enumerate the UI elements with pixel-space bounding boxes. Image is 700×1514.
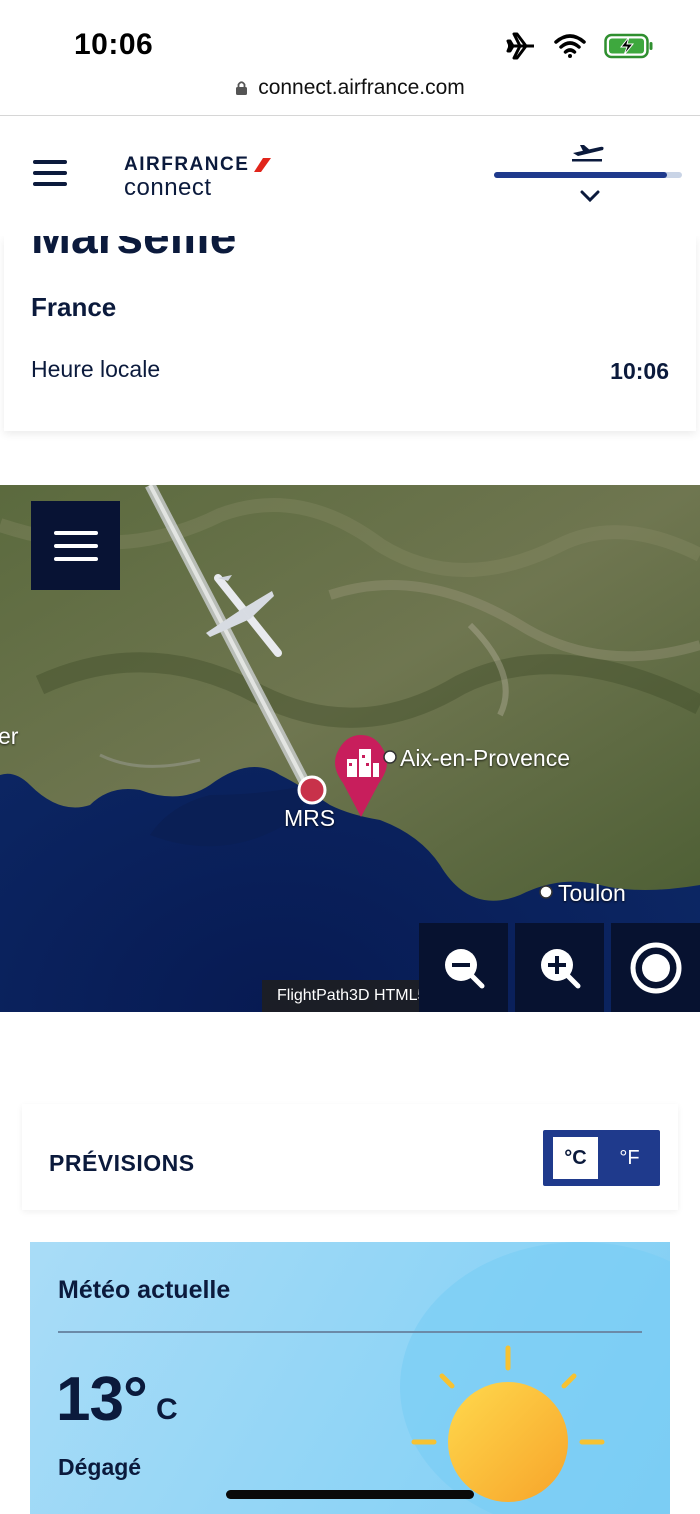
current-weather-title: Météo actuelle (58, 1276, 231, 1304)
airplane-mode-icon (506, 32, 534, 60)
destination-card: Marseille France Heure locale 10:06 (4, 236, 696, 431)
lock-icon (236, 81, 248, 95)
fahrenheit-option[interactable]: °F (607, 1137, 652, 1179)
map-label-toulon: Toulon (558, 880, 626, 906)
takeoff-icon (572, 145, 604, 162)
forecast-title: PRÉVISIONS (49, 1150, 195, 1176)
forecast-header: PRÉVISIONS °C °F (22, 1104, 678, 1210)
flight-progress-widget[interactable] (494, 140, 682, 220)
map-label-airport: MRS (284, 805, 336, 831)
app-header: AIRFRANCE connect (0, 116, 700, 236)
status-bar: 10:06 (0, 0, 700, 70)
flight-map[interactable]: er MRS Aix-en-Provence Toulon FlightPath… (0, 485, 700, 1012)
destination-city: Marseille (31, 236, 237, 264)
chevron-down-icon[interactable] (580, 190, 600, 204)
airfrance-connect-logo[interactable]: AIRFRANCE connect (124, 154, 273, 202)
map-credit: FlightPath3D HTML5 (262, 980, 420, 1012)
map-label-partial: er (0, 723, 19, 749)
aircraft-icon (206, 574, 282, 657)
sunny-icon (411, 1345, 605, 1502)
destination-country: France (31, 292, 117, 322)
temperature-unit: C (156, 1393, 178, 1426)
temperature-unit-toggle[interactable]: °C °F (543, 1130, 660, 1186)
city-pin-icon[interactable] (331, 733, 391, 819)
current-temperature: 13° (56, 1365, 148, 1434)
home-indicator[interactable] (226, 1490, 474, 1499)
city-dot-icon (383, 750, 397, 764)
airfrance-stripe-icon (254, 158, 272, 172)
city-dot-icon (539, 885, 553, 899)
zoom-out-icon (444, 948, 484, 988)
brand-name: AIRFRANCE (124, 154, 250, 175)
browser-url-bar[interactable]: connect.airfrance.com (0, 70, 700, 116)
map-label-aix: Aix-en-Provence (400, 745, 571, 771)
status-icons (506, 32, 654, 60)
zoom-out-button[interactable] (419, 923, 508, 1012)
map-menu-button[interactable] (31, 501, 120, 590)
current-weather-card: Météo actuelle 13° C Dégagé (30, 1242, 670, 1514)
main-menu-button[interactable] (33, 160, 67, 190)
local-time-value: 10:06 (610, 358, 669, 384)
airport-marker-icon (297, 775, 327, 805)
target-icon (630, 942, 681, 993)
map-controls (419, 923, 700, 1012)
zoom-in-button[interactable] (515, 923, 604, 1012)
celsius-option[interactable]: °C (553, 1137, 598, 1179)
divider (58, 1331, 642, 1333)
brand-subtitle: connect (124, 174, 212, 201)
wifi-icon (554, 34, 586, 58)
local-time-label: Heure locale (31, 356, 161, 382)
battery-charging-icon (604, 33, 653, 59)
weather-condition: Dégagé (58, 1454, 142, 1480)
zoom-in-icon (540, 948, 580, 988)
flight-progress-fill (494, 172, 667, 178)
recenter-button[interactable] (611, 923, 700, 1012)
status-time: 10:06 (74, 28, 154, 61)
url-text: connect.airfrance.com (258, 76, 465, 99)
